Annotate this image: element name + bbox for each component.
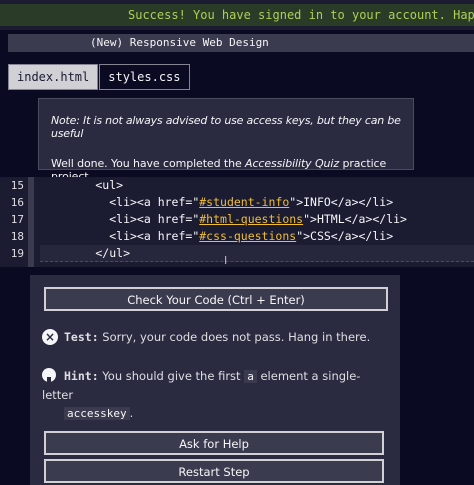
note-text: Note: It is not always advised to use ac… <box>51 114 401 140</box>
test-result: × Test: Sorry, your code does not pass. … <box>42 329 370 345</box>
code-text: <li><a href=" <box>40 212 200 226</box>
hint: Hint: You should give the first a elemen… <box>42 367 382 423</box>
project-name: Accessibility Quiz <box>245 157 340 170</box>
code-line[interactable]: <li><a href="#student-info">INFO</a></li… <box>40 194 474 211</box>
code-text: ">HTML</a></li> <box>303 212 407 226</box>
code-text: <li><a href=" <box>40 195 200 209</box>
restart-step-button[interactable]: Restart Step <box>44 459 384 483</box>
code-line-current[interactable]: </ul> <box>40 245 474 262</box>
gutter-highlight <box>28 177 34 267</box>
code-text: </ul> <box>40 246 131 260</box>
hint-code-a: a <box>244 370 257 383</box>
tab-styles-css[interactable]: styles.css <box>99 64 190 90</box>
code-line[interactable]: <li><a href="#css-questions">CSS</a></li… <box>40 228 474 245</box>
check-code-button[interactable]: Check Your Code (Ctrl + Enter) <box>44 287 388 311</box>
code-lines[interactable]: <ul> <li><a href="#student-info">INFO</a… <box>40 177 474 262</box>
code-line[interactable]: <ul> <box>40 177 474 194</box>
hint-label: Hint: <box>64 369 99 383</box>
completion-prefix: Well done. You have completed the <box>51 157 246 170</box>
test-message: Sorry, your code does not pass. Hang in … <box>102 330 371 344</box>
test-panel: Check Your Code (Ctrl + Enter) × Test: S… <box>30 275 400 485</box>
code-text: ">INFO</a></li> <box>289 195 394 209</box>
text-cursor-icon: I <box>224 254 228 267</box>
notes-panel: Note: It is not always advised to use ac… <box>38 98 414 183</box>
code-line[interactable]: <li><a href="#html-questions">HTML</a></… <box>40 211 474 228</box>
code-href: #html-questions <box>199 212 304 226</box>
ask-for-help-button[interactable]: Ask for Help <box>44 431 384 455</box>
code-text: <ul> <box>40 178 124 192</box>
code-text: <li><a href=" <box>40 229 200 243</box>
editor-tabs: index.html styles.css <box>8 64 190 90</box>
success-banner: Success! You have signed in to your acco… <box>0 4 474 26</box>
hint-code-accesskey: accesskey <box>64 407 130 420</box>
code-text: ">CSS</a></li> <box>296 229 394 243</box>
breadcrumb[interactable]: (New) Responsive Web Design <box>8 34 474 52</box>
test-label: Test: <box>64 330 99 344</box>
lightbulb-icon <box>42 368 56 382</box>
code-href: #student-info <box>199 195 290 209</box>
code-href: #css-questions <box>199 229 297 243</box>
code-editor[interactable]: 15 16 17 18 19 <ul> <li><a href="#studen… <box>0 177 474 267</box>
hint-end: . <box>129 406 134 420</box>
hint-text: You should give the first <box>102 369 241 383</box>
tab-index-html[interactable]: index.html <box>8 64 99 90</box>
fail-icon: × <box>42 329 58 345</box>
